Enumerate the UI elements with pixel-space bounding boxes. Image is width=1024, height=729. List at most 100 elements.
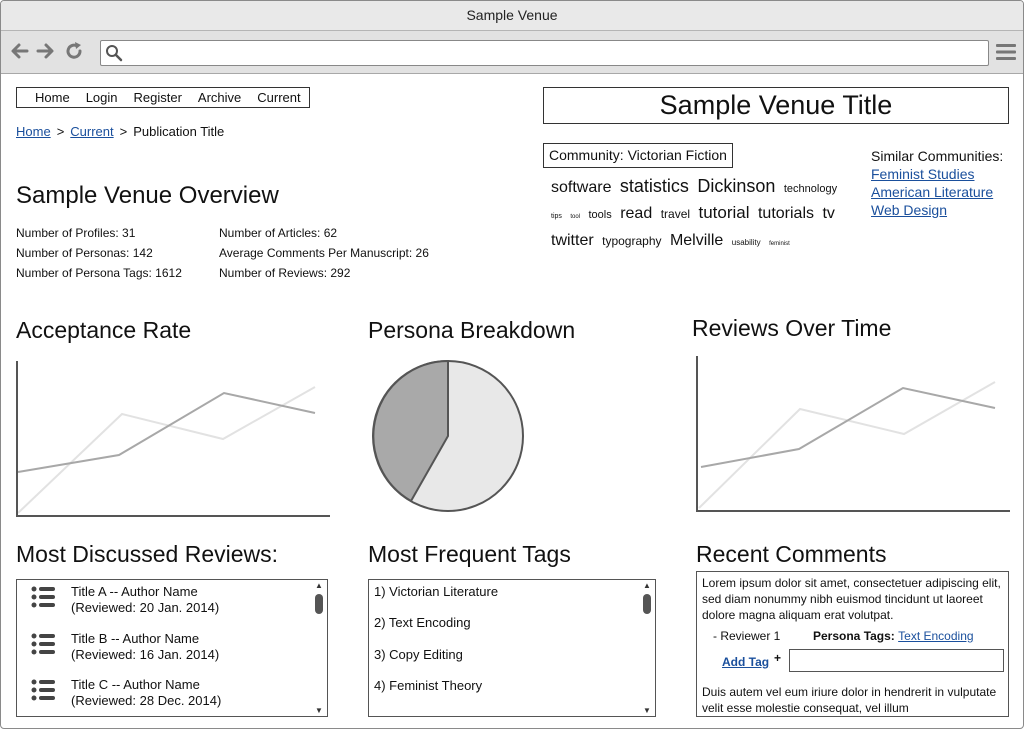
list-item[interactable]: 1) Victorian Literature: [374, 584, 498, 599]
nav-register[interactable]: Register: [126, 88, 190, 107]
list-icon: [31, 679, 55, 701]
stat-personas: Number of Personas: 142: [16, 246, 153, 260]
review-title: Title C -- Author Name: [71, 677, 200, 692]
tag-cloud-item[interactable]: read: [620, 205, 652, 222]
similar-link-american-literature[interactable]: American Literature: [871, 183, 1003, 201]
breadcrumb-home[interactable]: Home: [16, 124, 51, 139]
comment-text: Duis autem vel eum iriure dolor in hendr…: [702, 685, 997, 715]
similar-communities: Similar Communities: Feminist Studies Am…: [871, 147, 1003, 219]
reviews-over-time-title: Reviews Over Time: [692, 315, 892, 341]
plus-icon: +: [774, 651, 782, 665]
tag-cloud-item[interactable]: statistics: [620, 176, 689, 196]
nav-archive[interactable]: Archive: [190, 88, 249, 107]
review-title: Title A -- Author Name: [71, 584, 198, 599]
nav-login[interactable]: Login: [78, 88, 126, 107]
tag-cloud-item[interactable]: tool: [570, 214, 580, 220]
comment-text: Lorem ipsum dolor sit amet, consectetuer…: [702, 576, 1001, 622]
tag-cloud-item[interactable]: Dickinson: [697, 176, 775, 196]
persona-tags: Persona Tags: Text Encoding: [813, 628, 974, 644]
frequent-tags-list[interactable]: 1) Victorian Literature 2) Text Encoding…: [368, 579, 656, 717]
scrollbar[interactable]: ▲ ▼: [311, 580, 327, 716]
stat-persona-tags: Number of Persona Tags: 1612: [16, 266, 182, 280]
tag-cloud-item[interactable]: technology: [784, 183, 837, 195]
review-title: Title B -- Author Name: [71, 631, 200, 646]
breadcrumb-separator: >: [56, 124, 65, 139]
tag-cloud-item[interactable]: tools: [589, 209, 612, 221]
persona-breakdown-title: Persona Breakdown: [368, 317, 576, 343]
overview-stats-left: Number of Profiles: 31 Number of Persona…: [16, 223, 182, 283]
chart-axes: [696, 356, 1010, 512]
nav-home[interactable]: Home: [27, 88, 78, 107]
recent-comments-box: Lorem ipsum dolor sit amet, consectetuer…: [696, 571, 1009, 717]
add-tag-input[interactable]: [789, 649, 1004, 672]
tag-cloud-item[interactable]: tutorial: [698, 203, 749, 222]
chart-series-light: [17, 386, 316, 514]
url-input[interactable]: [129, 43, 979, 63]
breadcrumb-current[interactable]: Current: [70, 124, 113, 139]
scroll-up-icon[interactable]: ▲: [639, 581, 655, 590]
most-discussed-list[interactable]: Title A -- Author Name (Reviewed: 20 Jan…: [16, 579, 328, 717]
hamburger-menu-icon[interactable]: [996, 43, 1016, 61]
review-date: (Reviewed: 28 Dec. 2014): [71, 693, 222, 708]
list-item[interactable]: 4) Feminist Theory: [374, 678, 482, 693]
tag-cloud-item[interactable]: Melville: [670, 232, 723, 249]
window-title: Sample Venue: [1, 1, 1023, 31]
recent-comments-title: Recent Comments: [696, 541, 887, 567]
scroll-up-icon[interactable]: ▲: [311, 581, 327, 590]
tag-cloud-item[interactable]: software: [551, 179, 611, 196]
search-icon: [106, 45, 123, 62]
breadcrumb-separator: >: [119, 124, 128, 139]
breadcrumb-page: Publication Title: [133, 124, 225, 139]
scroll-thumb[interactable]: [315, 594, 323, 614]
similar-heading: Similar Communities:: [871, 148, 1004, 164]
review-date: (Reviewed: 16 Jan. 2014): [71, 647, 220, 662]
overview-stats-right: Number of Articles: 62 Average Comments …: [219, 223, 429, 283]
list-item[interactable]: 3) Copy Editing: [374, 647, 463, 662]
stat-avg-comments: Average Comments Per Manuscript: 26: [219, 246, 429, 260]
tag-cloud-item[interactable]: typography: [602, 234, 661, 248]
reload-icon[interactable]: [63, 40, 85, 62]
address-bar[interactable]: [100, 40, 989, 66]
scroll-thumb[interactable]: [643, 594, 651, 614]
chart-series-dark: [700, 386, 996, 468]
venue-title: Sample Venue Title: [543, 87, 1009, 124]
tag-cloud-item[interactable]: tv: [822, 205, 834, 222]
reviews-over-time-chart: [696, 356, 1010, 512]
scrollbar[interactable]: ▲ ▼: [639, 580, 655, 716]
tag-cloud-item[interactable]: tips: [551, 213, 562, 220]
acceptance-rate-title: Acceptance Rate: [16, 317, 192, 343]
nav-current[interactable]: Current: [249, 88, 308, 107]
scroll-down-icon[interactable]: ▼: [639, 706, 655, 715]
similar-link-web-design[interactable]: Web Design: [871, 201, 1003, 219]
frequent-tags-title: Most Frequent Tags: [368, 541, 571, 567]
tag-cloud-item[interactable]: feminist: [769, 241, 790, 247]
review-date: (Reviewed: 20 Jan. 2014): [71, 600, 220, 615]
add-tag-link[interactable]: Add Tag: [722, 654, 769, 670]
list-item[interactable]: 2) Text Encoding: [374, 615, 471, 630]
chart-series-dark: [17, 391, 316, 473]
overview-title: Sample Venue Overview: [16, 182, 279, 209]
stat-profiles: Number of Profiles: 31: [16, 226, 136, 240]
main-nav: Home Login Register Archive Current: [16, 87, 310, 108]
persona-tags-label: Persona Tags:: [813, 629, 895, 643]
tag-cloud-item[interactable]: twitter: [551, 232, 594, 249]
tag-cloud-item[interactable]: usability: [732, 238, 761, 247]
tag-cloud-item[interactable]: tutorials: [758, 205, 814, 222]
back-arrow-icon[interactable]: [9, 40, 31, 62]
acceptance-rate-chart: [16, 361, 330, 517]
stat-reviews: Number of Reviews: 292: [219, 266, 351, 280]
similar-link-feminist-studies[interactable]: Feminist Studies: [871, 165, 1003, 183]
tag-cloud-item[interactable]: travel: [661, 207, 690, 221]
tag-cloud: software statistics Dickinson technology…: [551, 174, 851, 256]
chart-axes: [16, 361, 330, 517]
comment-reviewer: - Reviewer 1: [713, 629, 781, 643]
scroll-down-icon[interactable]: ▼: [311, 706, 327, 715]
browser-toolbar: [1, 31, 1023, 74]
list-icon: [31, 633, 55, 655]
forward-arrow-icon[interactable]: [34, 40, 56, 62]
persona-tag-link[interactable]: Text Encoding: [898, 629, 973, 643]
most-discussed-title: Most Discussed Reviews:: [16, 541, 279, 567]
stat-articles: Number of Articles: 62: [219, 226, 338, 240]
chart-series-light: [698, 381, 996, 509]
community-label: Community: Victorian Fiction: [543, 143, 733, 168]
